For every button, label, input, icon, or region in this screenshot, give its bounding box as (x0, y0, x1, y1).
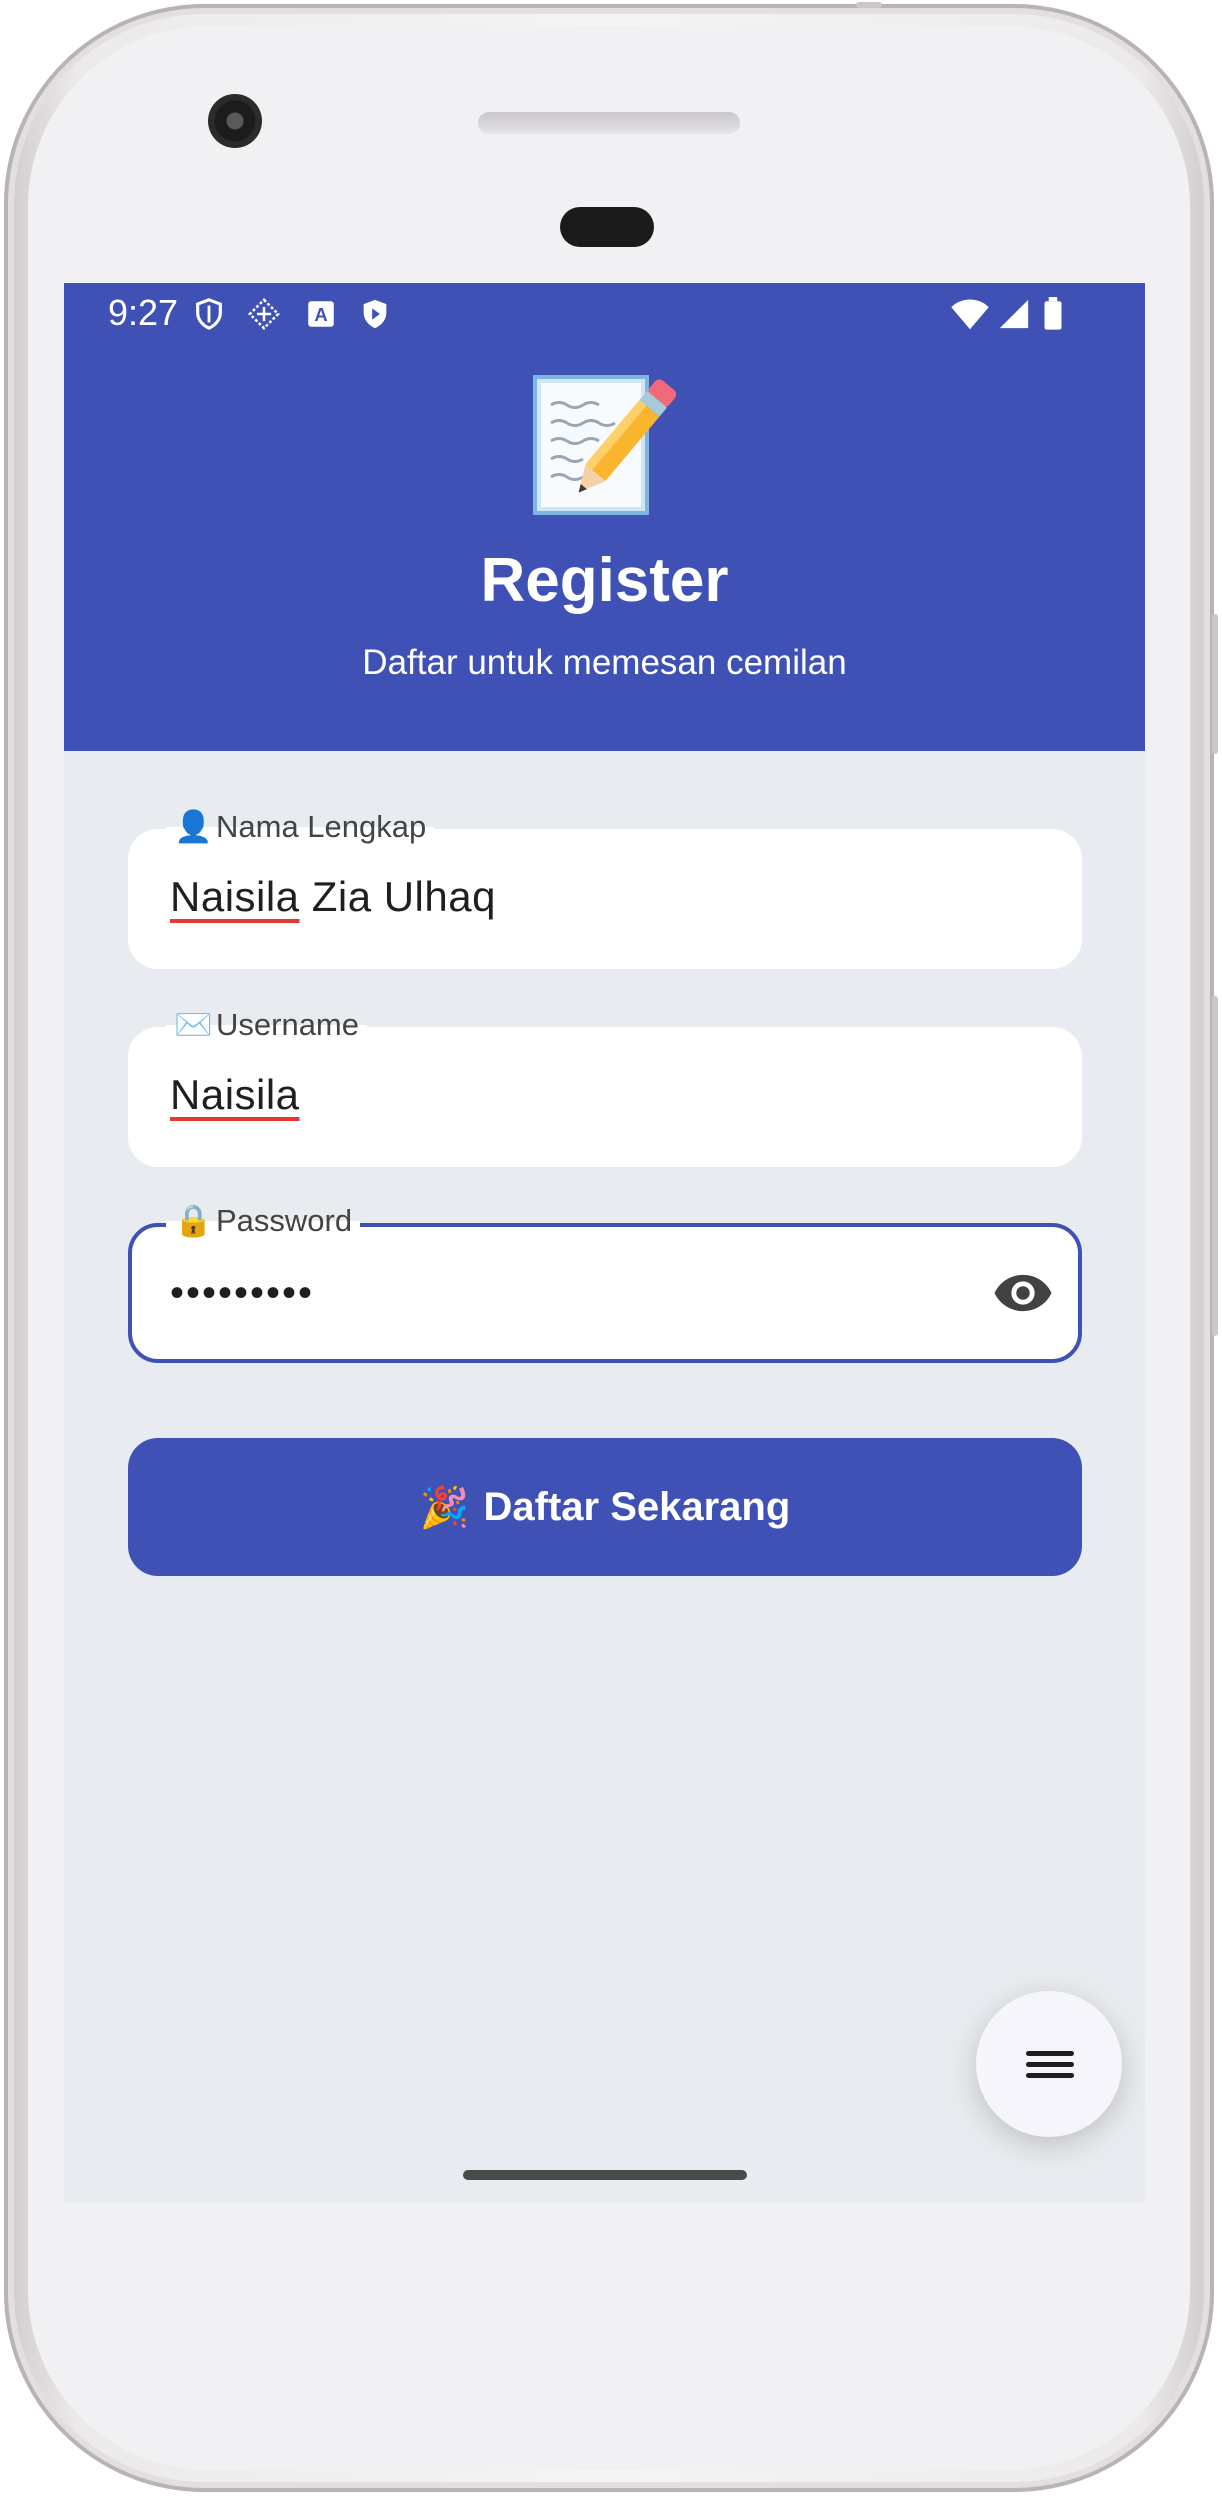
shield-outline-icon (196, 298, 222, 330)
home-indicator[interactable] (463, 2170, 747, 2180)
proximity-sensor (560, 207, 654, 247)
eye-icon[interactable] (992, 1271, 1054, 1315)
cell-signal-icon (999, 299, 1029, 329)
shield-play-icon (363, 299, 387, 329)
envelope-icon: ✉️ (174, 1007, 213, 1042)
person-icon: 👤 (174, 809, 213, 844)
svg-text:A: A (314, 304, 327, 325)
register-button[interactable]: 🎉 Daftar Sekarang (128, 1438, 1082, 1576)
password-label-text: Password (216, 1203, 353, 1238)
username-value: Naisila (170, 1071, 300, 1119)
full-name-value: Naisila Zia Ulhaq (170, 873, 496, 921)
password-value: ••••••••• (170, 1271, 315, 1315)
earpiece-speaker (478, 112, 740, 134)
status-bar: 9:27 A (64, 283, 1145, 345)
username-value-text: Naisila (170, 1071, 300, 1118)
username-label-text: Username (216, 1007, 359, 1042)
full-name-label: 👤 Nama Lengkap (166, 807, 435, 847)
full-name-value-rest: Zia Ulhaq (299, 873, 496, 920)
wifi-icon (951, 299, 989, 330)
username-label: ✉️ Username (166, 1005, 367, 1045)
full-name-label-text: Nama Lengkap (216, 809, 427, 844)
password-label: 🔒 Password (166, 1201, 361, 1241)
menu-fab[interactable] (976, 1991, 1122, 2137)
page-title: Register (480, 546, 729, 615)
top-edge-button (856, 2, 882, 8)
screen: 9:27 A Register Daftar untuk memesan cem… (64, 283, 1145, 2203)
data-saver-icon (248, 298, 280, 330)
status-time: 9:27 (108, 292, 179, 333)
power-button (1212, 614, 1218, 754)
front-camera (208, 94, 262, 148)
memo-pencil-icon (533, 375, 677, 515)
password-field[interactable]: 🔒 Password ••••••••• (128, 1201, 1082, 1363)
full-name-field[interactable]: 👤 Nama Lengkap Naisila Zia Ulhaq (128, 807, 1082, 969)
translate-a-icon: A (308, 301, 334, 327)
volume-button (1212, 996, 1218, 1336)
party-popper-icon: 🎉 (419, 1485, 470, 1530)
username-field[interactable]: ✉️ Username Naisila (128, 1005, 1082, 1167)
battery-icon (1044, 297, 1062, 330)
lock-icon: 🔒 (174, 1203, 213, 1238)
register-button-label: Daftar Sekarang (483, 1484, 791, 1529)
register-header: 9:27 A Register Daftar untuk memesan cem… (64, 283, 1145, 751)
full-name-value-first: Naisila (170, 873, 300, 920)
page-subtitle: Daftar untuk memesan cemilan (362, 643, 847, 682)
